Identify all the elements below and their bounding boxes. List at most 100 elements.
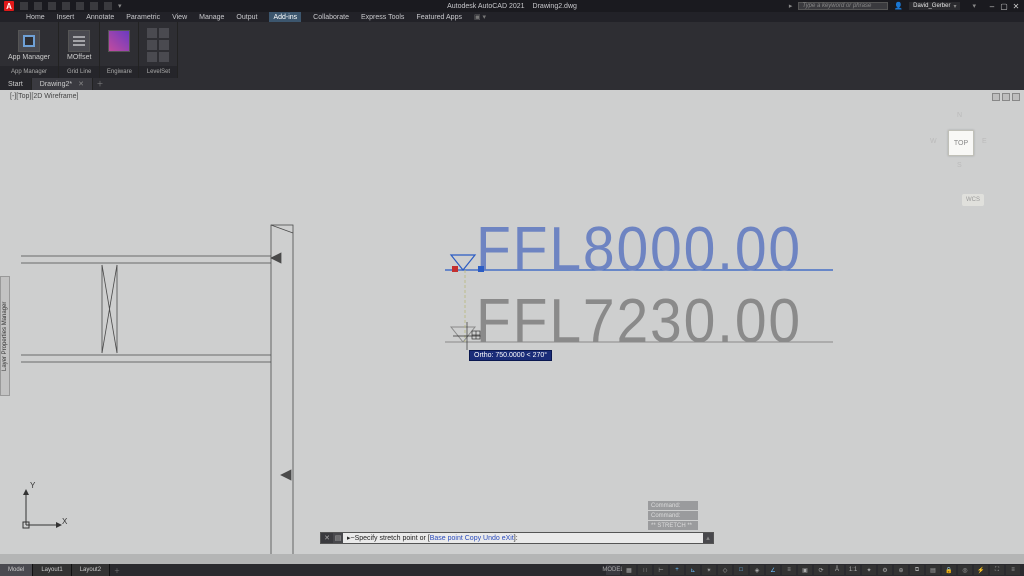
qat-saveas-icon[interactable] [62, 2, 70, 10]
ucs-icon[interactable]: Y X [18, 483, 68, 538]
status-grid-icon[interactable]: ▦ [622, 565, 636, 575]
ucs-x-label: X [62, 517, 67, 526]
menu-view[interactable]: View [172, 14, 187, 21]
command-prompt-prefix: ▸~Specify stretch point or [ [347, 534, 430, 542]
status-infer-icon[interactable]: ⊢ [654, 565, 668, 575]
menu-insert[interactable]: Insert [57, 14, 75, 21]
menu-output[interactable]: Output [236, 14, 257, 21]
cmd-opt-base[interactable]: Base point [430, 535, 463, 542]
status-osnap-icon[interactable]: □ [734, 565, 748, 575]
viewcube-e[interactable]: E [982, 138, 987, 145]
status-bar[interactable]: Model Layout1 Layout2 ＋ MODEL ▦ ∷ ⊢ + ⊾ … [0, 564, 1024, 576]
layout-tab-1[interactable]: Layout1 [33, 564, 71, 576]
status-annoscale-icon[interactable]: Å [830, 565, 844, 575]
status-quickprops-icon[interactable]: ▤ [926, 565, 940, 575]
commandline-customize-icon[interactable]: ▤ [333, 533, 343, 543]
qat-save-icon[interactable] [48, 2, 56, 10]
commandline-input[interactable]: ▸~Specify stretch point or [ Base point … [343, 533, 703, 543]
menu-featured[interactable]: Featured Apps [416, 14, 462, 21]
menu-bar[interactable]: Home Insert Annotate Parametric View Man… [0, 12, 1024, 22]
status-lockui-icon[interactable]: 🔒 [942, 565, 956, 575]
menu-collaborate[interactable]: Collaborate [313, 14, 349, 21]
cmd-opt-copy[interactable]: Copy [465, 535, 481, 542]
commandline-history-icon[interactable]: ▴ [703, 533, 713, 543]
qat-redo-icon[interactable] [104, 2, 112, 10]
menu-parametric[interactable]: Parametric [126, 14, 160, 21]
wcs-button[interactable]: WCS [962, 194, 984, 206]
ribbon-panel-levelset: LevelSet [139, 22, 178, 78]
status-iso-icon[interactable]: ◇ [718, 565, 732, 575]
status-ws-icon[interactable]: ⚙ [878, 565, 892, 575]
status-3dosnap-icon[interactable]: ◈ [750, 565, 764, 575]
user-menu[interactable]: David_Gerber ▾ [909, 2, 960, 10]
doctab-new-button[interactable]: ＋ [93, 78, 107, 90]
qat-plot-icon[interactable] [76, 2, 84, 10]
status-model-tag[interactable]: MODEL [606, 565, 620, 575]
status-lwt-icon[interactable]: ≡ [782, 565, 796, 575]
levelset-buttons[interactable] [147, 28, 169, 62]
menu-express[interactable]: Express Tools [361, 14, 404, 21]
engiware-button[interactable]: . [108, 30, 130, 61]
status-units-icon[interactable]: ⧉ [910, 565, 924, 575]
qat-new-icon[interactable] [20, 2, 28, 10]
app-manager-button[interactable]: App Manager [8, 30, 50, 61]
menu-home[interactable]: Home [26, 14, 45, 21]
levelset-icon-6[interactable] [159, 52, 169, 62]
status-cycling-icon[interactable]: ⟳ [814, 565, 828, 575]
status-isolate-icon[interactable]: ◎ [958, 565, 972, 575]
status-monitor-icon[interactable]: ⊕ [894, 565, 908, 575]
levelset-icon-5[interactable] [147, 52, 157, 62]
levelset-icon-1[interactable] [147, 28, 157, 38]
help-icon[interactable]: ▾ [972, 2, 976, 10]
close-button[interactable]: ✕ [1012, 2, 1020, 10]
status-polar-icon[interactable]: ✴ [702, 565, 716, 575]
levelset-icon-4[interactable] [159, 40, 169, 50]
cmd-opt-exit[interactable]: eXit [502, 535, 514, 542]
layout-tab-model[interactable]: Model [0, 564, 33, 576]
layout-tab-add[interactable]: ＋ [110, 566, 124, 575]
document-tabs[interactable]: Start Drawing2* ✕ ＋ [0, 78, 1024, 90]
grip-insertion[interactable] [478, 266, 484, 272]
status-dyninput-icon[interactable]: + [670, 565, 684, 575]
search-input[interactable]: Type a keyword or phrase [798, 2, 888, 10]
qat-undo-icon[interactable] [90, 2, 98, 10]
menu-manage[interactable]: Manage [199, 14, 224, 21]
moffset-button[interactable]: MOffset [67, 30, 91, 61]
quick-access-toolbar[interactable]: A ▾ [4, 1, 122, 11]
status-scale-value[interactable]: 1:1 [846, 565, 860, 575]
grip-basepoint[interactable] [452, 266, 458, 272]
status-tray[interactable]: MODEL ▦ ∷ ⊢ + ⊾ ✴ ◇ □ ◈ ∠ ≡ ▣ ⟳ Å 1:1 ✦ … [606, 565, 1024, 575]
status-snap-icon[interactable]: ∷ [638, 565, 652, 575]
levelset-icon-3[interactable] [147, 40, 157, 50]
status-cleanscreen-icon[interactable]: ⛶ [990, 565, 1004, 575]
viewcube-w[interactable]: W [930, 138, 937, 145]
doctab-start[interactable]: Start [0, 78, 32, 90]
status-ortho-icon[interactable]: ⊾ [686, 565, 700, 575]
status-trans-icon[interactable]: ▣ [798, 565, 812, 575]
menu-addins[interactable]: Add-ins [269, 12, 301, 22]
levelset-icon-2[interactable] [159, 28, 169, 38]
status-otrack-icon[interactable]: ∠ [766, 565, 780, 575]
command-line[interactable]: ✕ ▤ ▸~Specify stretch point or [ Base po… [320, 532, 714, 544]
app-logo[interactable]: A [4, 1, 14, 11]
status-annovis-icon[interactable]: ✦ [862, 565, 876, 575]
maximize-button[interactable]: ▢ [1000, 2, 1008, 10]
viewcube[interactable]: TOP N S W E [926, 108, 996, 178]
drawing-canvas[interactable]: [-][Top][2D Wireframe] Layer Properties … [0, 90, 1024, 554]
layout-tab-2[interactable]: Layout2 [72, 564, 110, 576]
status-customize-icon[interactable]: ≡ [1006, 565, 1020, 575]
doctab-drawing[interactable]: Drawing2* ✕ [32, 78, 93, 90]
signin-icon[interactable]: 👤 [894, 2, 903, 10]
doctab-close-icon[interactable]: ✕ [78, 80, 84, 88]
status-hardware-icon[interactable]: ⚡ [974, 565, 988, 575]
viewcube-s[interactable]: S [957, 162, 962, 169]
menu-annotate[interactable]: Annotate [86, 14, 114, 21]
minimize-button[interactable]: – [988, 2, 996, 10]
ffl-text-selected[interactable]: FFL8000.00 [476, 214, 802, 285]
viewcube-face[interactable]: TOP [948, 130, 974, 156]
panel-overflow-icon[interactable]: ▣ ▾ [474, 13, 486, 21]
commandline-close-icon[interactable]: ✕ [321, 534, 333, 542]
viewcube-n[interactable]: N [957, 112, 962, 119]
qat-open-icon[interactable] [34, 2, 42, 10]
cmd-opt-undo[interactable]: Undo [483, 535, 500, 542]
